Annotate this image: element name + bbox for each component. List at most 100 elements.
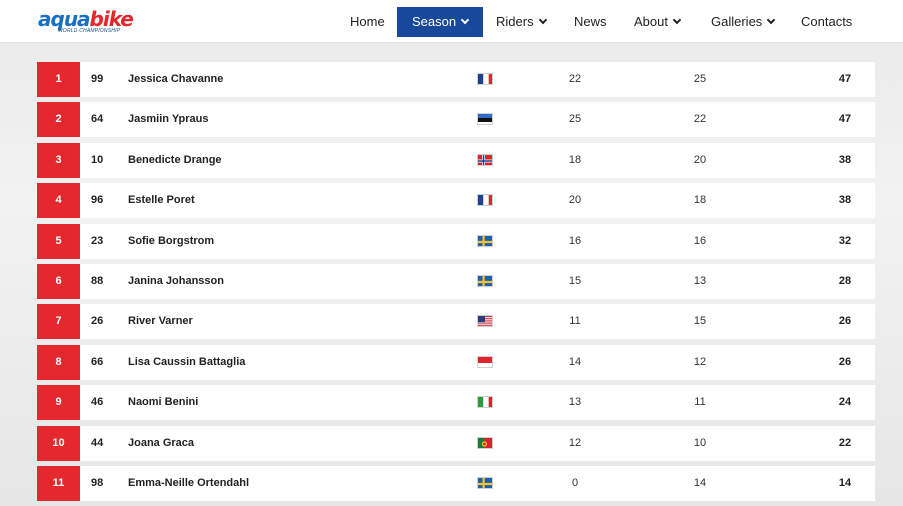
table-row[interactable]: 8 66 Lisa Caussin Battaglia 14 12 26 [37, 345, 875, 380]
rider-number: 46 [91, 396, 104, 408]
chevron-down-icon [767, 15, 776, 25]
total-points: 22 [838, 437, 852, 449]
nav-season[interactable]: Season [397, 7, 483, 37]
position-badge: 3 [37, 143, 80, 178]
table-row[interactable]: 4 96 Estelle Poret 20 18 38 [37, 183, 875, 218]
nav-about-label: About [634, 14, 668, 29]
table-row[interactable]: 7 26 River Varner 11 15 26 [37, 304, 875, 339]
nav-news[interactable]: News [574, 7, 607, 37]
race-2-points: 12 [693, 356, 707, 368]
total-points: 24 [838, 396, 852, 408]
logo-wordmark: aquabike [38, 9, 134, 29]
country-flag-icon [477, 315, 493, 327]
position-badge: 7 [37, 304, 80, 339]
race-2-points: 22 [693, 113, 707, 125]
country-flag-icon [477, 194, 493, 206]
rider-number: 96 [91, 194, 104, 206]
total-points: 26 [838, 356, 852, 368]
rider-name[interactable]: Benedicte Drange [128, 143, 222, 178]
race-2-points: 20 [693, 154, 707, 166]
table-row[interactable]: 10 44 Joana Graca 12 10 22 [37, 426, 875, 461]
position-badge: 9 [37, 385, 80, 420]
nav-contacts-label: Contacts [801, 14, 853, 29]
nav-riders-label: Riders [496, 14, 534, 29]
nav-galleries-label: Galleries [711, 14, 763, 29]
country-flag-icon [477, 235, 493, 247]
race-1-points: 25 [568, 113, 582, 125]
rider-number: 88 [91, 275, 104, 287]
country-flag-icon [477, 396, 493, 408]
total-points: 38 [838, 154, 852, 166]
total-points: 38 [838, 194, 852, 206]
position-badge: 1 [37, 62, 80, 97]
nav-about[interactable]: About [634, 7, 682, 37]
rider-name[interactable]: Emma-Neille Ortendahl [128, 466, 249, 501]
country-flag-icon [477, 154, 493, 166]
position-badge: 8 [37, 345, 80, 380]
nav-riders[interactable]: Riders [496, 7, 547, 37]
rider-name[interactable]: Jasmiin Ypraus [128, 102, 209, 137]
country-flag-icon [477, 437, 493, 449]
total-points: 47 [838, 113, 852, 125]
country-flag-icon [477, 356, 493, 368]
country-flag-icon [477, 113, 493, 125]
rider-name[interactable]: Estelle Poret [128, 183, 195, 218]
table-row[interactable]: 3 10 Benedicte Drange 18 20 38 [37, 143, 875, 178]
race-1-points: 20 [568, 194, 582, 206]
race-1-points: 0 [571, 477, 579, 489]
total-points: 26 [838, 315, 852, 327]
table-row[interactable]: 6 88 Janina Johansson 15 13 28 [37, 264, 875, 299]
race-2-points: 11 [694, 396, 706, 408]
rider-name[interactable]: Naomi Benini [128, 385, 198, 420]
position-badge: 4 [37, 183, 80, 218]
table-row[interactable]: 11 98 Emma-Neille Ortendahl 0 14 14 [37, 466, 875, 501]
total-points: 28 [838, 275, 852, 287]
nav-home[interactable]: Home [350, 7, 385, 37]
race-1-points: 16 [568, 235, 582, 247]
rider-name[interactable]: Lisa Caussin Battaglia [128, 345, 245, 380]
table-row[interactable]: 1 99 Jessica Chavanne 22 25 47 [37, 62, 875, 97]
race-1-points: 11 [569, 315, 581, 327]
race-1-points: 12 [568, 437, 582, 449]
race-2-points: 25 [693, 73, 707, 85]
race-1-points: 14 [568, 356, 582, 368]
rider-number: 44 [91, 437, 104, 449]
rider-number: 26 [91, 315, 104, 327]
country-flag-icon [477, 477, 493, 489]
rider-name[interactable]: Sofie Borgstrom [128, 224, 214, 259]
race-1-points: 13 [568, 396, 582, 408]
table-row[interactable]: 9 46 Naomi Benini 13 11 24 [37, 385, 875, 420]
nav-galleries[interactable]: Galleries [711, 7, 776, 37]
race-2-points: 15 [693, 315, 707, 327]
rider-number: 66 [91, 356, 104, 368]
race-1-points: 18 [568, 154, 582, 166]
rider-number: 98 [91, 477, 104, 489]
table-row[interactable]: 2 64 Jasmiin Ypraus 25 22 47 [37, 102, 875, 137]
position-badge: 5 [37, 224, 80, 259]
position-badge: 2 [37, 102, 80, 137]
race-2-points: 10 [693, 437, 707, 449]
nav-home-label: Home [350, 14, 385, 29]
chevron-down-icon [460, 15, 470, 25]
race-1-points: 15 [568, 275, 582, 287]
position-badge: 6 [37, 264, 80, 299]
rider-number: 99 [91, 73, 104, 85]
site-header: aquabike WORLD CHAMPIONSHIP Home Season … [0, 0, 903, 43]
rider-name[interactable]: Jessica Chavanne [128, 62, 223, 97]
total-points: 32 [838, 235, 852, 247]
rider-number: 10 [91, 154, 104, 166]
total-points: 14 [838, 477, 852, 489]
rider-number: 23 [91, 235, 104, 247]
country-flag-icon [477, 73, 493, 85]
table-row[interactable]: 5 23 Sofie Borgstrom 16 16 32 [37, 224, 875, 259]
rider-name[interactable]: River Varner [128, 304, 193, 339]
race-2-points: 18 [693, 194, 707, 206]
race-2-points: 14 [693, 477, 707, 489]
rider-number: 64 [91, 113, 104, 125]
rider-name[interactable]: Janina Johansson [128, 264, 224, 299]
nav-contacts[interactable]: Contacts [801, 7, 852, 37]
nav-news-label: News [574, 14, 607, 29]
rider-name[interactable]: Joana Graca [128, 426, 194, 461]
chevron-down-icon [672, 15, 682, 25]
aquabike-logo[interactable]: aquabike WORLD CHAMPIONSHIP [38, 9, 134, 35]
